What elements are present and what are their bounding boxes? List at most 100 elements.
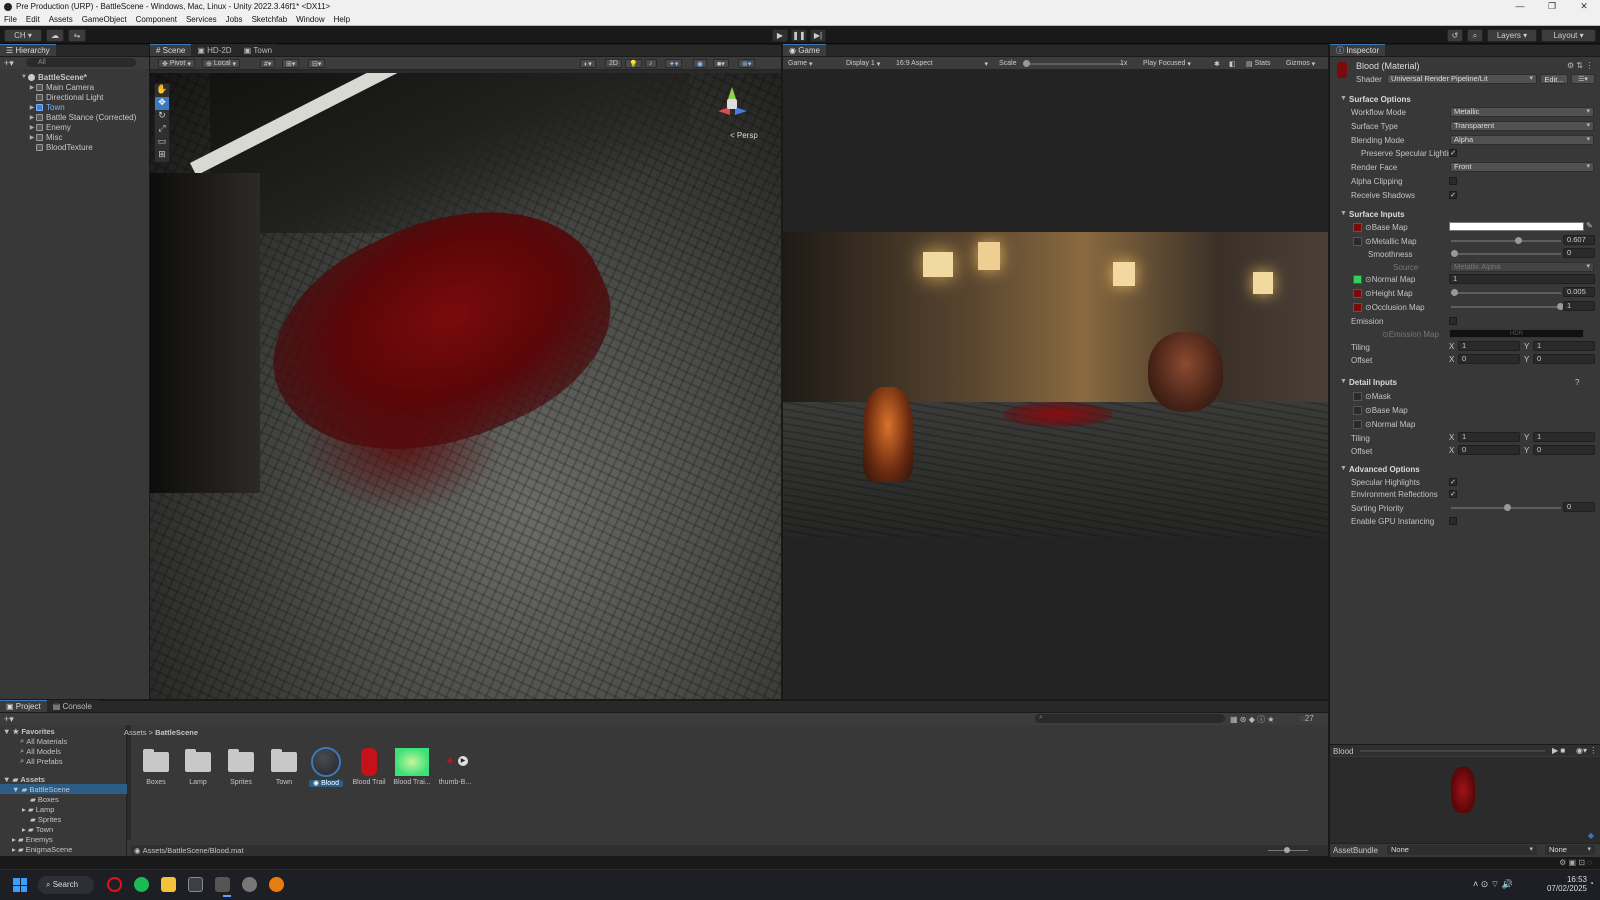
tab-project[interactable]: ▣ Project	[0, 700, 47, 712]
tab-console[interactable]: ▤ Console	[46, 700, 98, 712]
asset-folder-sprites[interactable]: Sprites	[221, 749, 261, 786]
assetbundle-dropdown[interactable]: None	[1387, 845, 1537, 855]
undo-history-icon[interactable]: ↺	[1447, 29, 1463, 42]
menu-assets[interactable]: Assets	[49, 15, 73, 24]
unity-hub-icon[interactable]	[188, 877, 203, 892]
minimize-button[interactable]: —	[1504, 0, 1536, 13]
scale-slider[interactable]	[1023, 63, 1123, 65]
favorite-all-prefabs[interactable]: ⌕ All Prefabs	[0, 756, 63, 766]
expand-arrow-icon[interactable]: ▶	[28, 124, 36, 131]
detail-inputs-header[interactable]: Detail Inputs	[1349, 378, 1397, 387]
metallic-map-texture-slot[interactable]	[1353, 237, 1362, 246]
foldout-arrow-icon[interactable]: ▼	[1340, 465, 1347, 472]
filter-icons[interactable]: ▦ ⊛ ◆ ⓘ ★	[1230, 714, 1274, 725]
gizmos-dropdown[interactable]: Gizmos ▾	[1283, 59, 1318, 68]
favorite-all-materials[interactable]: ⌕ All Materials	[0, 736, 67, 746]
base-map-texture-slot[interactable]	[1353, 223, 1362, 232]
notifications-icon[interactable]: ◔	[1589, 879, 1594, 888]
projection-label[interactable]: < Persp	[730, 131, 758, 140]
smoothness-slider[interactable]	[1451, 253, 1561, 255]
version-control-icon[interactable]: ⇋	[68, 29, 86, 42]
expand-arrow-icon[interactable]: ▶	[28, 134, 36, 141]
taskbar-clock[interactable]: 16:53 07/02/2025	[1537, 875, 1587, 893]
tree-battlescene[interactable]: ▼ ▰ BattleScene	[0, 784, 127, 794]
offset-x-field[interactable]: 0	[1458, 354, 1520, 364]
blender-icon[interactable]	[269, 877, 284, 892]
tree-enemys[interactable]: ▸ ▰ Enemys	[0, 834, 53, 844]
environment-reflections-checkbox[interactable]: ✓	[1449, 490, 1457, 498]
add-asset-icon[interactable]: +▾	[4, 714, 14, 725]
tab-inspector[interactable]: ⓘ Inspector	[1330, 44, 1386, 56]
base-map-color-swatch[interactable]	[1449, 222, 1584, 231]
foldout-arrow-icon[interactable]: ▼	[1340, 95, 1347, 102]
foldout-arrow-icon[interactable]: ▼	[1340, 378, 1347, 385]
snap-increment-icon[interactable]: ⊞▾	[282, 59, 300, 68]
tab-hd-2d[interactable]: ▣ HD-2D	[191, 44, 238, 56]
tree-lamp[interactable]: ▸ ▰ Lamp	[0, 804, 54, 814]
cloud-icon[interactable]: ☁	[46, 29, 64, 42]
toggle-2d-button[interactable]: 2D	[605, 59, 622, 68]
workflow-mode-dropdown[interactable]: Metallic	[1450, 107, 1594, 117]
expand-arrow-icon[interactable]: ▶	[28, 84, 36, 91]
game-mode-dropdown[interactable]: Game ▾	[785, 59, 837, 68]
display-dropdown[interactable]: Display 1 ▾	[843, 59, 883, 68]
audio-mute-icon[interactable]: ✱	[1211, 59, 1223, 68]
hand-tool-icon[interactable]: ✋	[155, 84, 169, 97]
layout-dropdown[interactable]: Layout ▾	[1541, 29, 1596, 42]
surface-options-header[interactable]: Surface Options	[1349, 95, 1411, 104]
maximize-button[interactable]: ❐	[1536, 0, 1568, 13]
tree-sprites[interactable]: ▰ Sprites	[0, 814, 61, 824]
rect-tool-icon[interactable]: ▭	[155, 136, 169, 149]
tree-enigmascene[interactable]: ▸ ▰ EnigmaScene	[0, 844, 72, 854]
normal-scale-field[interactable]: 1	[1449, 274, 1595, 284]
asset-blood-trail[interactable]: Blood Trail	[349, 748, 389, 786]
tab-scene[interactable]: # Scene	[150, 44, 192, 56]
shader-menu-icon[interactable]: ☰▾	[1571, 74, 1595, 84]
tree-boxes[interactable]: ▰ Boxes	[0, 794, 59, 804]
menu-component[interactable]: Component	[136, 15, 177, 24]
hierarchy-item-town[interactable]: ▶ Town	[0, 102, 149, 112]
detail-tiling-x-field[interactable]: 1	[1458, 432, 1520, 442]
metallic-value-field[interactable]: 0.607	[1563, 235, 1595, 245]
tiling-y-field[interactable]: 1	[1533, 341, 1595, 351]
account-dropdown[interactable]: CH ▾	[4, 29, 42, 42]
add-icon[interactable]: +▾	[4, 58, 14, 69]
scene-visibility-icon[interactable]: ◉	[693, 59, 708, 68]
scale-tool-icon[interactable]: ⤢	[155, 123, 169, 136]
scale-slider-knob[interactable]	[1023, 60, 1030, 67]
hierarchy-item-misc[interactable]: ▶ Misc	[0, 132, 149, 142]
play-focused-dropdown[interactable]: Play Focused ▾	[1140, 59, 1194, 68]
tree-town[interactable]: ▸ ▰ Town	[0, 824, 53, 834]
shader-edit-button[interactable]: Edit...	[1540, 74, 1568, 84]
detail-offset-x-field[interactable]: 0	[1458, 445, 1520, 455]
eyedropper-icon[interactable]: ✎	[1586, 221, 1593, 230]
effects-icon[interactable]: ✦▾	[665, 59, 683, 68]
asset-blood-trail-normal[interactable]: Blood Trai...	[392, 748, 432, 786]
game-render-viewport[interactable]	[783, 232, 1328, 538]
assetbundle-variant-dropdown[interactable]: None	[1545, 845, 1595, 855]
draw-mode-icon[interactable]: ◐▾	[580, 59, 596, 68]
offset-y-field[interactable]: 0	[1533, 354, 1595, 364]
material-preview-area[interactable]: ◆	[1330, 757, 1600, 843]
surface-type-dropdown[interactable]: Transparent	[1450, 121, 1594, 131]
asset-thumb-blood[interactable]: ✦ ▶ thumb-B...	[435, 752, 475, 786]
blending-mode-dropdown[interactable]: Alpha	[1450, 135, 1594, 145]
alpha-clipping-checkbox[interactable]	[1449, 177, 1457, 185]
shader-dropdown[interactable]: Universal Render Pipeline/Lit	[1387, 74, 1537, 84]
tab-game[interactable]: ◉ Game	[783, 44, 826, 56]
detail-offset-y-field[interactable]: 0	[1533, 445, 1595, 455]
height-slider[interactable]	[1451, 292, 1561, 294]
emission-color-swatch[interactable]: HDR	[1449, 329, 1584, 338]
asset-folder-boxes[interactable]: Boxes	[136, 749, 176, 786]
hierarchy-search-input[interactable]: All	[26, 58, 136, 67]
pause-button[interactable]: ❚❚	[791, 29, 807, 42]
tab-town[interactable]: ▣ Town	[237, 44, 279, 56]
orientation-gizmo-icon[interactable]	[715, 85, 749, 119]
height-value-field[interactable]: 0.005	[1563, 287, 1595, 297]
move-tool-icon[interactable]: ✥	[155, 97, 169, 110]
rotate-tool-icon[interactable]: ↻	[155, 110, 169, 123]
gpu-instancing-checkbox[interactable]	[1449, 517, 1457, 525]
menu-sketchfab[interactable]: Sketchfab	[252, 15, 288, 24]
taskbar-search[interactable]: ⌕ Search	[38, 876, 94, 894]
preview-drag-bar[interactable]	[1360, 750, 1545, 752]
